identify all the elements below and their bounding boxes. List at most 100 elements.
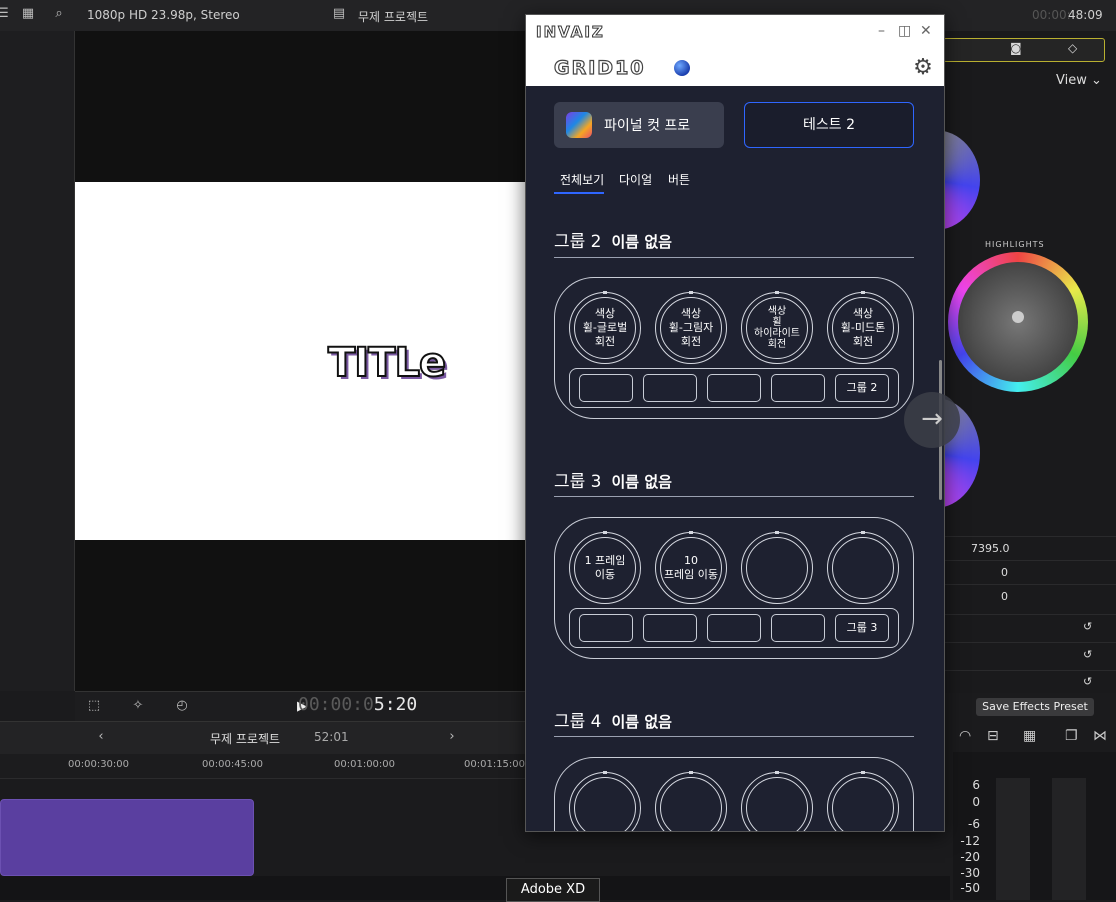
value-tint[interactable]: 0 <box>1001 566 1008 579</box>
dial-2[interactable] <box>655 771 727 831</box>
timeline-project-name[interactable]: 무제 프로젝트 <box>210 730 280 747</box>
timeline-tools: ◠ ⊟ ▦ ❐ ⋈ <box>955 728 1116 748</box>
button-2[interactable] <box>643 614 697 642</box>
arrow-right-icon[interactable]: → <box>904 392 960 448</box>
timeline-clip[interactable] <box>0 799 254 876</box>
button-row: 그룹 2 <box>569 368 899 408</box>
app-selector-button[interactable]: 파이널 컷 프로 <box>554 102 724 148</box>
search-icon[interactable]: ⌕ <box>52 7 66 21</box>
tab-all[interactable]: 전체보기 <box>560 171 604 188</box>
dock-tooltip: Adobe XD <box>506 878 600 902</box>
reset-icon[interactable]: ↺ <box>1083 620 1092 633</box>
timeline-footer <box>0 876 950 900</box>
settings-gear-icon[interactable]: ⚙ <box>912 57 934 79</box>
transform-icon[interactable]: ⬚ <box>87 699 101 713</box>
dial-label: 10 프레임 이동 <box>660 537 722 599</box>
dial-label: 1 프레임 이동 <box>574 537 636 599</box>
final-cut-pro-icon <box>566 112 592 138</box>
meter-scale-label: 6 <box>972 778 980 792</box>
timeline-duration: 52:01 <box>314 730 349 744</box>
dial-1[interactable]: 색상 휠-글로벌 회전 <box>569 291 641 364</box>
group-name[interactable]: 이름 없음 <box>612 233 672 251</box>
save-effects-preset-button[interactable]: Save Effects Preset <box>976 698 1094 716</box>
dial-label: 색상 휠-그림자 회전 <box>660 297 722 359</box>
maximize-icon[interactable]: ◫ <box>898 23 911 39</box>
headphones-icon[interactable]: ◠ <box>959 728 971 744</box>
view-label: View <box>1056 73 1087 88</box>
forward-icon[interactable]: › <box>445 730 459 744</box>
minimize-icon[interactable]: – <box>878 23 885 39</box>
group-4-title: 그룹 4 이름 없음 <box>554 707 672 732</box>
group-3-panel: 1 프레임 이동 10 프레임 이동 그룹 3 <box>554 517 914 659</box>
group-2-title: 그룹 2 이름 없음 <box>554 227 672 252</box>
dial-2[interactable]: 10 프레임 이동 <box>655 531 727 604</box>
viewer-project-title: 무제 프로젝트 <box>358 10 429 24</box>
effects-browser-icon[interactable]: ⋈ <box>1093 728 1107 744</box>
mask-icon[interactable]: ◙ <box>1010 41 1022 55</box>
button-2[interactable] <box>643 374 697 402</box>
inspector-row: 0 <box>943 560 1116 585</box>
meter-left <box>996 778 1030 900</box>
dial-3[interactable] <box>741 771 813 831</box>
dial-4[interactable] <box>827 771 899 831</box>
tab-dial[interactable]: 다이얼 <box>619 171 652 188</box>
profile-button[interactable]: 테스트 2 <box>744 102 914 148</box>
timecode-display: 00:00:05:20 <box>298 694 417 715</box>
tab-active-underline <box>554 192 604 194</box>
speed-icon[interactable]: ◴ <box>175 699 189 713</box>
value-hue[interactable]: 0 <box>1001 590 1008 603</box>
dial-label <box>746 777 808 831</box>
tab-button[interactable]: 버튼 <box>668 171 690 188</box>
button-1[interactable] <box>579 374 633 402</box>
meter-scale-label: -50 <box>960 881 980 895</box>
magic-wand-icon[interactable]: ✧ <box>131 699 145 713</box>
color-wheel-puck[interactable] <box>1012 311 1024 323</box>
button-4[interactable] <box>771 614 825 642</box>
meter-scale-label: -20 <box>960 850 980 864</box>
grid10-window: INVAIZ – ◫ ✕ GRID10 ⚙ 파이널 컷 프로 테스트 2 전체보… <box>525 14 945 832</box>
window-header: INVAIZ – ◫ ✕ GRID10 ⚙ <box>526 15 944 86</box>
clapper-icon: ▤ <box>332 6 346 21</box>
dial-3[interactable]: 색상 휠 하이라이트 회전 <box>741 291 813 364</box>
dial-3[interactable] <box>741 531 813 604</box>
close-icon[interactable]: ✕ <box>920 23 932 39</box>
ruler-tick: 00:01:00:00 <box>334 759 396 770</box>
inspector-row: 7395.0 <box>943 536 1116 561</box>
reset-icon[interactable]: ↺ <box>1083 675 1092 688</box>
dial-4[interactable]: 색상 휠-미드톤 회전 <box>827 291 899 364</box>
group-name[interactable]: 이름 없음 <box>612 473 672 491</box>
filmstrip-icon[interactable]: ▦ <box>21 7 35 21</box>
dial-4[interactable] <box>827 531 899 604</box>
view-dropdown[interactable]: View ⌄ <box>1056 73 1102 88</box>
browser-sidebar <box>0 31 75 691</box>
button-3[interactable] <box>707 614 761 642</box>
keyframe-icon[interactable]: ◇ <box>1068 41 1077 55</box>
group-2-panel: 색상 휠-글로벌 회전 색상 휠-그림자 회전 색상 휠 하이라이트 회전 색상 휠-미드톤 회전… <box>554 277 914 419</box>
clip-appearance-icon[interactable]: ❐ <box>1065 728 1078 744</box>
group-name[interactable]: 이름 없음 <box>612 713 672 731</box>
meter-scale-label: -12 <box>960 834 980 848</box>
group-divider <box>554 496 914 497</box>
reset-icon[interactable]: ↺ <box>1083 648 1092 661</box>
dial-label <box>746 537 808 599</box>
button-1[interactable] <box>579 614 633 642</box>
meter-scale-label: 0 <box>972 795 980 809</box>
library-icon[interactable]: ☰ <box>0 7 10 21</box>
dial-label <box>832 537 894 599</box>
group-switch-button[interactable]: 그룹 2 <box>835 374 889 402</box>
button-3[interactable] <box>707 374 761 402</box>
inspector-time: 48:09 <box>1068 8 1103 22</box>
title-graphic: TITLe <box>327 339 447 387</box>
app-selector-label: 파이널 컷 프로 <box>604 118 691 134</box>
color-correction-selector[interactable]: ◙ ◇ <box>943 38 1105 62</box>
dial-1[interactable] <box>569 771 641 831</box>
group-3-title: 그룹 3 이름 없음 <box>554 467 672 492</box>
filmstrip-view-icon[interactable]: ▦ <box>1023 728 1036 744</box>
dial-2[interactable]: 색상 휠-그림자 회전 <box>655 291 727 364</box>
group-switch-button[interactable]: 그룹 3 <box>835 614 889 642</box>
value-temperature[interactable]: 7395.0 <box>971 542 1010 555</box>
dial-1[interactable]: 1 프레임 이동 <box>569 531 641 604</box>
skimmer-icon[interactable]: ⊟ <box>987 728 999 744</box>
back-icon[interactable]: ‹ <box>94 730 108 744</box>
button-4[interactable] <box>771 374 825 402</box>
